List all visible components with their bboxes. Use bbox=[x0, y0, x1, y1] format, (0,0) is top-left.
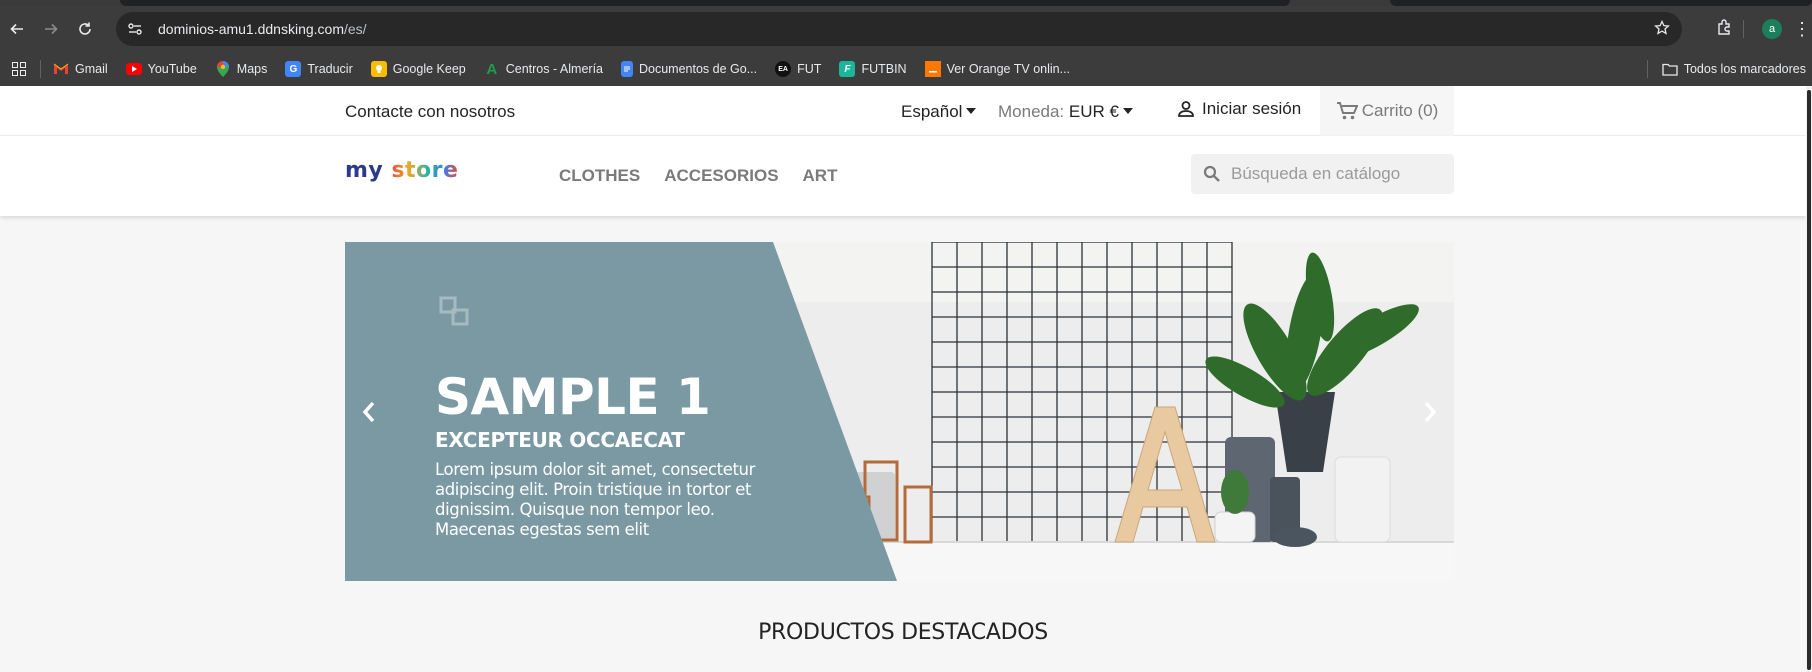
store-logo[interactable]: my store bbox=[345, 158, 458, 183]
docs-icon bbox=[621, 61, 633, 77]
all-bookmarks[interactable]: Todos los marcadores bbox=[1646, 52, 1806, 86]
currency-value: EUR € bbox=[1068, 102, 1119, 121]
gmail-icon bbox=[53, 61, 69, 77]
translate-icon: G bbox=[285, 61, 302, 77]
bookmark-label: FUT bbox=[797, 62, 822, 76]
signin-link[interactable]: Iniciar sesión bbox=[1176, 99, 1301, 119]
all-bookmarks-label: Todos los marcadores bbox=[1683, 62, 1806, 76]
bookmark-traducir[interactable]: G Traducir bbox=[285, 61, 353, 77]
bookmark-fut[interactable]: EA FUT bbox=[775, 61, 821, 77]
browser-toolbar: dominios-amu1.ddnsking.com/es/ a ⋮ bbox=[0, 6, 1812, 52]
slider-next-button[interactable] bbox=[1418, 400, 1442, 424]
site-info-icon[interactable] bbox=[118, 12, 152, 46]
futbin-icon: F bbox=[839, 61, 856, 77]
bookmark-youtube[interactable]: YouTube bbox=[125, 62, 197, 76]
logo-text-my: my bbox=[345, 158, 384, 183]
back-button[interactable] bbox=[0, 12, 34, 46]
url-text: dominios-amu1.ddnsking.com/es/ bbox=[158, 21, 367, 37]
bookmark-futbin[interactable]: F FUTBIN bbox=[839, 61, 907, 77]
header-top-bar: Contacte con nosotros Español Moneda: EU… bbox=[0, 86, 1806, 136]
extensions-icon[interactable] bbox=[1707, 18, 1743, 41]
toolbar-right: a ⋮ bbox=[1707, 12, 1812, 46]
menu-item-art[interactable]: ART bbox=[803, 166, 838, 186]
image-slider[interactable]: SAMPLE 1 EXCEPTEUR OCCAECAT Lorem ipsum … bbox=[345, 242, 1454, 581]
bookmark-label: Google Keep bbox=[392, 62, 466, 76]
menu-item-accesorios[interactable]: ACCESORIOS bbox=[664, 166, 778, 186]
page-scrollbar[interactable] bbox=[1806, 86, 1812, 672]
scrollbar-thumb[interactable] bbox=[1807, 90, 1811, 670]
bookmark-label: Gmail bbox=[75, 62, 108, 76]
bookmark-label: Documentos de Go... bbox=[639, 62, 758, 76]
bookmark-label: FUTBIN bbox=[861, 62, 907, 76]
search-input[interactable] bbox=[1231, 164, 1441, 184]
folder-icon bbox=[1662, 63, 1678, 76]
ea-icon: EA bbox=[775, 61, 792, 77]
featured-products-heading: PRODUCTOS DESTACADOS bbox=[758, 620, 1048, 645]
forward-arrow-icon bbox=[45, 23, 58, 35]
orange-icon bbox=[924, 61, 941, 77]
decorative-squares-icon bbox=[439, 296, 469, 326]
profile-avatar[interactable]: a bbox=[1762, 19, 1782, 39]
currency-label: Moneda: bbox=[998, 102, 1065, 121]
forward-button[interactable] bbox=[34, 12, 68, 46]
cart-icon bbox=[1336, 101, 1358, 121]
bookmark-centros[interactable]: A Centros - Almería bbox=[484, 60, 603, 78]
chevron-left-icon bbox=[362, 401, 375, 423]
url-path: /es/ bbox=[343, 21, 367, 37]
youtube-icon bbox=[125, 63, 142, 75]
reload-button[interactable] bbox=[68, 12, 102, 46]
main-menu: CLOTHES ACCESORIOS ART bbox=[559, 166, 837, 186]
bookmark-gmail[interactable]: Gmail bbox=[53, 61, 108, 77]
logo-text-store: store bbox=[391, 158, 459, 183]
signin-label: Iniciar sesión bbox=[1202, 99, 1302, 118]
bookmark-docs[interactable]: Documentos de Go... bbox=[621, 61, 757, 77]
slider-prev-button[interactable] bbox=[357, 400, 381, 424]
back-arrow-icon bbox=[10, 23, 23, 35]
slide-title: SAMPLE 1 bbox=[435, 368, 711, 426]
contact-link[interactable]: Contacte con nosotros bbox=[345, 102, 515, 122]
reload-icon bbox=[79, 22, 91, 35]
menu-item-clothes[interactable]: CLOTHES bbox=[559, 166, 640, 186]
language-value: Español bbox=[901, 102, 963, 121]
cart-button[interactable]: Carrito (0) bbox=[1320, 86, 1454, 136]
bookmark-keep[interactable]: Google Keep bbox=[370, 61, 466, 77]
slide-description: Lorem ipsum dolor sit amet, consectetur … bbox=[435, 460, 755, 539]
centros-icon: A bbox=[486, 60, 498, 78]
bookmark-orange[interactable]: Ver Orange TV onlin... bbox=[924, 61, 1071, 77]
toolbar-divider bbox=[1743, 20, 1744, 38]
menu-kebab-icon[interactable]: ⋮ bbox=[1792, 19, 1812, 40]
bookmarks-bar: Gmail YouTube Maps G Traducir Google Kee… bbox=[0, 52, 1812, 86]
bookmark-label: Ver Orange TV onlin... bbox=[946, 62, 1071, 76]
chevron-right-icon bbox=[1424, 401, 1437, 423]
bookmarks-divider bbox=[1646, 60, 1648, 78]
bookmark-label: YouTube bbox=[147, 62, 197, 76]
caret-down-icon bbox=[966, 107, 977, 114]
bookmark-label: Maps bbox=[236, 62, 268, 76]
bookmark-label: Centros - Almería bbox=[505, 62, 603, 76]
language-selector[interactable]: Español bbox=[901, 102, 977, 122]
url-host: dominios-amu1.ddnsking.com bbox=[158, 21, 344, 37]
web-page: Contacte con nosotros Español Moneda: EU… bbox=[0, 86, 1806, 672]
search-icon[interactable] bbox=[1203, 165, 1221, 183]
address-bar[interactable]: dominios-amu1.ddnsking.com/es/ bbox=[116, 12, 1682, 46]
apps-grid-icon[interactable] bbox=[0, 62, 38, 76]
slide-subtitle: EXCEPTEUR OCCAECAT bbox=[435, 428, 685, 452]
caret-down-icon bbox=[1122, 107, 1133, 114]
bookmark-star-icon[interactable] bbox=[1654, 19, 1670, 41]
currency-selector[interactable]: Moneda: EUR € bbox=[998, 102, 1133, 122]
header-main: my store CLOTHES ACCESORIOS ART bbox=[0, 136, 1806, 216]
maps-icon bbox=[215, 61, 231, 77]
search-box bbox=[1191, 154, 1454, 194]
cart-label: Carrito (0) bbox=[1361, 101, 1439, 120]
bookmark-maps[interactable]: Maps bbox=[215, 61, 268, 77]
user-icon bbox=[1176, 99, 1196, 119]
keep-icon bbox=[370, 61, 387, 77]
bookmarks-divider bbox=[40, 60, 41, 78]
bookmark-label: Traducir bbox=[307, 62, 353, 76]
